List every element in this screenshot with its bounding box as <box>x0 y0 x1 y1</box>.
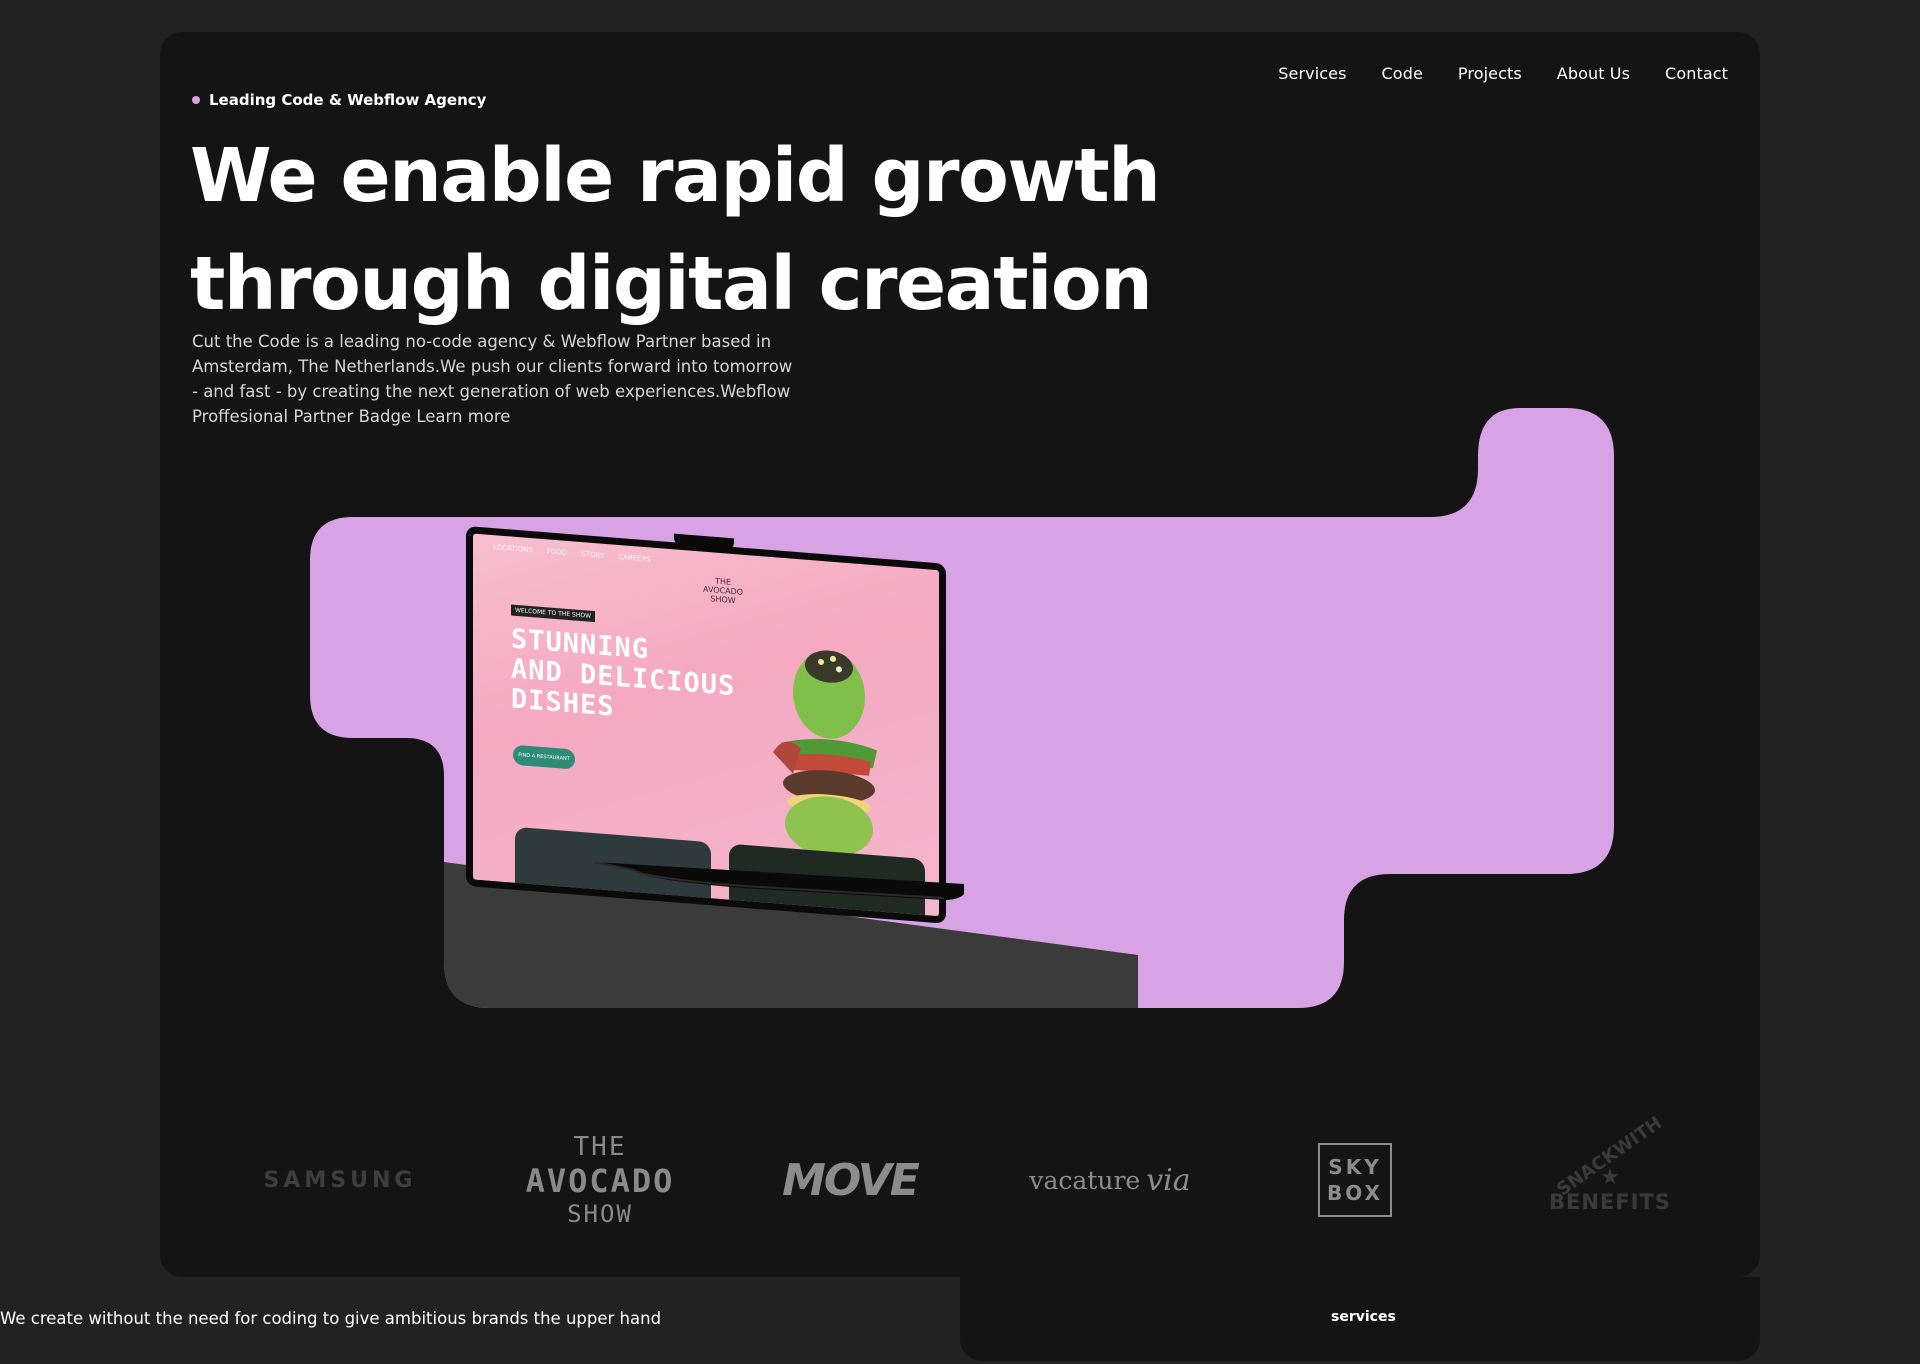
laptop-mockup: LOCATIONS FOOD STORY CAREERS THE AVOCADO… <box>444 506 964 924</box>
skybox-frame: SKY BOX <box>1318 1143 1392 1217</box>
mockup-logo-line: SHOW <box>710 594 736 606</box>
client-logos: SAMSUNG THE AVOCADO SHOW MOVE vacature v… <box>160 1110 1760 1250</box>
skybox-logo: SKY BOX <box>1305 1110 1405 1250</box>
section-tagline: We create without the need for coding to… <box>0 1309 662 1328</box>
avocado-burger-image <box>773 650 877 857</box>
mockup-nav-item: LOCATIONS <box>493 543 533 555</box>
samsung-logo: SAMSUNG <box>263 1167 417 1193</box>
mockup-logo: THE AVOCADO SHOW <box>703 576 743 606</box>
mockup-nav-item: CAREERS <box>618 552 651 564</box>
mockup-nav-item: STORY <box>581 550 605 560</box>
vacature-text: vacature <box>1029 1165 1141 1195</box>
mockup-tag: WELCOME TO THE SHOW <box>511 604 595 623</box>
avocado-show-logo: THE AVOCADO SHOW <box>490 1110 710 1250</box>
vacature-via-logo: vacature via <box>995 1110 1225 1250</box>
skybox-line: BOX <box>1327 1181 1383 1205</box>
services-section-label: services <box>1331 1309 1396 1325</box>
move-logo: MOVE <box>782 1154 920 1206</box>
laptop-base <box>593 862 964 900</box>
avocado-logo-line: AVOCADO <box>525 1162 675 1200</box>
avocado-logo-line: SHOW <box>567 1200 633 1228</box>
mockup-button: FIND A RESTAURANT <box>513 744 575 770</box>
mockup-nav: LOCATIONS FOOD STORY CAREERS <box>493 543 651 563</box>
avocado-logo-line: THE <box>573 1132 627 1162</box>
snack-with-benefits-logo: SNACKWITH ★ BENEFITS <box>1510 1110 1710 1250</box>
mockup-nav-item: FOOD <box>546 547 568 557</box>
skybox-line: SKY <box>1328 1155 1382 1179</box>
via-text: via <box>1146 1162 1191 1198</box>
mockup-title: STUNNING AND DELICIOUS DISHES <box>511 624 735 733</box>
